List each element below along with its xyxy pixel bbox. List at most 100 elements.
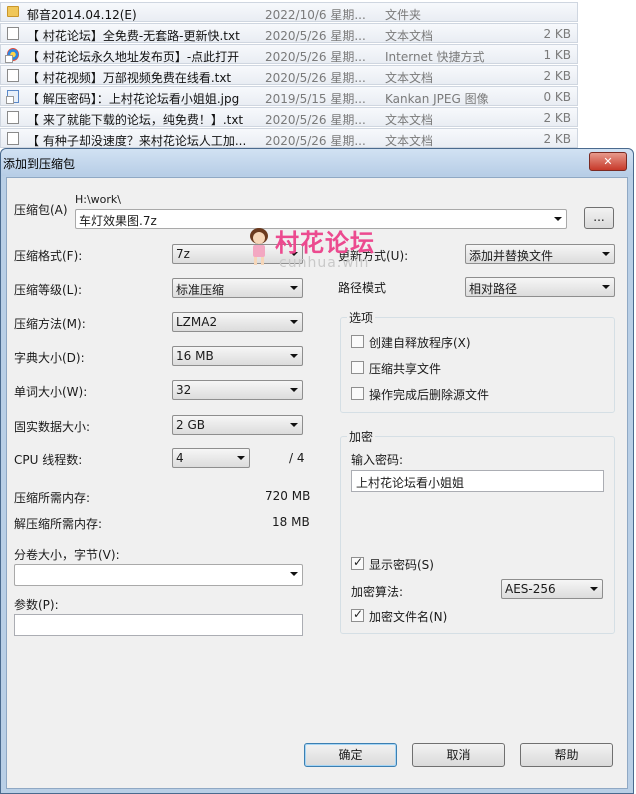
file-size: 2 KB xyxy=(543,132,571,146)
file-size: 1 KB xyxy=(543,48,571,62)
mem-decompress-value: 18 MB xyxy=(272,515,310,529)
chevron-down-icon xyxy=(290,252,298,256)
cpu-select[interactable]: 4 xyxy=(172,448,250,468)
enc-method-select[interactable]: AES-256 xyxy=(501,579,603,599)
file-date: 2020/5/26 星期... xyxy=(265,113,366,127)
update-select[interactable]: 添加并替换文件 xyxy=(465,244,615,264)
chevron-down-icon xyxy=(290,354,298,358)
solid-value: 2 GB xyxy=(176,418,205,432)
format-value: 7z xyxy=(176,247,190,261)
close-button[interactable]: ✕ xyxy=(589,152,627,171)
level-value: 标准压缩 xyxy=(176,283,225,297)
encryption-title: 加密 xyxy=(347,428,376,445)
help-button[interactable]: 帮助 xyxy=(520,743,613,767)
file-type: 文本文档 xyxy=(385,113,434,127)
image-file-icon xyxy=(6,90,19,104)
delete-source-label: 操作完成后删除源文件 xyxy=(369,388,490,402)
encrypt-names-label: 加密文件名(N) xyxy=(369,610,448,624)
close-icon: ✕ xyxy=(603,155,613,168)
sfx-label: 创建自释放程序(X) xyxy=(369,336,471,350)
method-label: 压缩方法(M): xyxy=(14,317,86,331)
mem-decompress-label: 解压缩所需内存: xyxy=(14,517,103,531)
sfx-checkbox[interactable] xyxy=(351,335,364,348)
chevron-down-icon xyxy=(602,285,610,289)
file-name: 【 村花视频】万部视频免费在线看.txt xyxy=(27,71,232,85)
file-type: 文本文档 xyxy=(385,134,434,148)
level-select[interactable]: 标准压缩 xyxy=(172,278,303,298)
enc-method-value: AES-256 xyxy=(505,582,556,596)
file-row[interactable]: 【 解压密码】：上村花论坛看小姐姐.jpg 2019/5/15 星期... Ka… xyxy=(0,86,578,106)
file-date: 2020/5/26 星期... xyxy=(265,71,366,85)
file-row[interactable]: 【 村花论坛】全免费-无套路-更新快.txt 2020/5/26 星期... 文… xyxy=(0,23,578,43)
file-date: 2020/5/26 星期... xyxy=(265,134,366,148)
file-size: 2 KB xyxy=(543,27,571,41)
file-row[interactable]: 【 来了就能下载的论坛，纯免费！】.txt 2020/5/26 星期... 文本… xyxy=(0,107,578,127)
params-label: 参数(P): xyxy=(14,598,59,612)
chevron-down-icon xyxy=(554,217,562,221)
file-size: 0 KB xyxy=(543,90,571,104)
file-list: 郁音2014.04.12(E) 2022/10/6 星期... 文件夹 【 村花… xyxy=(0,0,636,150)
cpu-value: 4 xyxy=(176,451,184,465)
params-input[interactable] xyxy=(14,614,303,636)
encrypt-names-checkbox[interactable] xyxy=(351,607,364,622)
archive-label: 压缩包(A) xyxy=(14,203,68,217)
password-value: 上村花论坛看小姐姐 xyxy=(356,476,465,490)
file-row[interactable]: 【 有种子却没速度？来村花论坛人工加... 2020/5/26 星期... 文本… xyxy=(0,128,578,148)
dict-value: 16 MB xyxy=(176,349,214,363)
file-date: 2020/5/26 星期... xyxy=(265,50,366,64)
archive-name-value: 车灯效果图.7z xyxy=(79,214,157,228)
word-value: 32 xyxy=(176,383,192,397)
file-row[interactable]: 【 村花论坛永久地址发布页】-点此打开 2020/5/26 星期... Inte… xyxy=(0,44,578,64)
file-size: 2 KB xyxy=(543,69,571,83)
solid-select[interactable]: 2 GB xyxy=(172,415,303,435)
file-type: Kankan JPEG 图像 xyxy=(385,92,489,106)
chevron-down-icon xyxy=(590,587,598,591)
split-label: 分卷大小，字节(V): xyxy=(14,548,120,562)
show-password-label: 显示密码(S) xyxy=(369,558,434,572)
dict-label: 字典大小(D): xyxy=(14,351,85,365)
archive-name-combo[interactable]: 车灯效果图.7z xyxy=(75,209,567,229)
dialog-titlebar[interactable]: 添加到压缩包 ✕ xyxy=(1,149,633,176)
folder-icon xyxy=(7,6,19,17)
ok-button[interactable]: 确定 xyxy=(304,743,397,767)
file-name: 【 解压密码】：上村花论坛看小姐姐.jpg xyxy=(27,92,240,106)
word-label: 单词大小(W): xyxy=(14,385,88,399)
file-date: 2019/5/15 星期... xyxy=(265,92,366,106)
method-select[interactable]: LZMA2 xyxy=(172,312,303,332)
split-combo[interactable] xyxy=(14,564,303,586)
show-password-checkbox[interactable] xyxy=(351,555,364,570)
chevron-down-icon xyxy=(290,388,298,392)
browse-label: ... xyxy=(593,210,605,224)
shared-checkbox[interactable] xyxy=(351,361,364,374)
word-select[interactable]: 32 xyxy=(172,380,303,400)
mem-compress-label: 压缩所需内存: xyxy=(14,491,91,505)
mem-compress-value: 720 MB xyxy=(265,489,311,503)
delete-source-checkbox[interactable] xyxy=(351,387,364,400)
cancel-button[interactable]: 取消 xyxy=(412,743,505,767)
pathmode-value: 相对路径 xyxy=(469,282,518,296)
password-label: 输入密码: xyxy=(351,453,404,467)
pathmode-select[interactable]: 相对路径 xyxy=(465,277,615,297)
file-name: 【 村花论坛】全免费-无套路-更新快.txt xyxy=(27,29,240,43)
chevron-down-icon xyxy=(290,423,298,427)
file-row[interactable]: 【 村花视频】万部视频免费在线看.txt 2020/5/26 星期... 文本文… xyxy=(0,65,578,85)
options-group: 选项 创建自释放程序(X) 压缩共享文件 操作完成后删除源文件 xyxy=(340,309,615,413)
update-value: 添加并替换文件 xyxy=(469,249,554,263)
browse-button[interactable]: ... xyxy=(584,207,614,229)
dialog-body: 压缩包(A) H:\work\ 车灯效果图.7z ... 压缩格式(F): 7z… xyxy=(6,177,628,789)
dict-select[interactable]: 16 MB xyxy=(172,346,303,366)
dialog-title: 添加到压缩包 xyxy=(3,157,76,171)
password-input[interactable]: 上村花论坛看小姐姐 xyxy=(351,470,604,492)
chevron-down-icon xyxy=(602,252,610,256)
archive-path: H:\work\ xyxy=(75,193,122,206)
file-name: 【 有种子却没速度？来村花论坛人工加... xyxy=(27,134,247,148)
cpu-max: / 4 xyxy=(289,451,305,465)
file-row[interactable]: 郁音2014.04.12(E) 2022/10/6 星期... 文件夹 xyxy=(0,2,578,22)
file-name: 【 来了就能下载的论坛，纯免费！】.txt xyxy=(27,113,244,127)
file-date: 2022/10/6 星期... xyxy=(265,8,366,22)
chevron-down-icon xyxy=(290,572,298,576)
internet-shortcut-icon xyxy=(5,48,19,63)
cpu-label: CPU 线程数: xyxy=(14,453,83,467)
options-title: 选项 xyxy=(347,309,376,326)
format-select[interactable]: 7z xyxy=(172,244,303,264)
